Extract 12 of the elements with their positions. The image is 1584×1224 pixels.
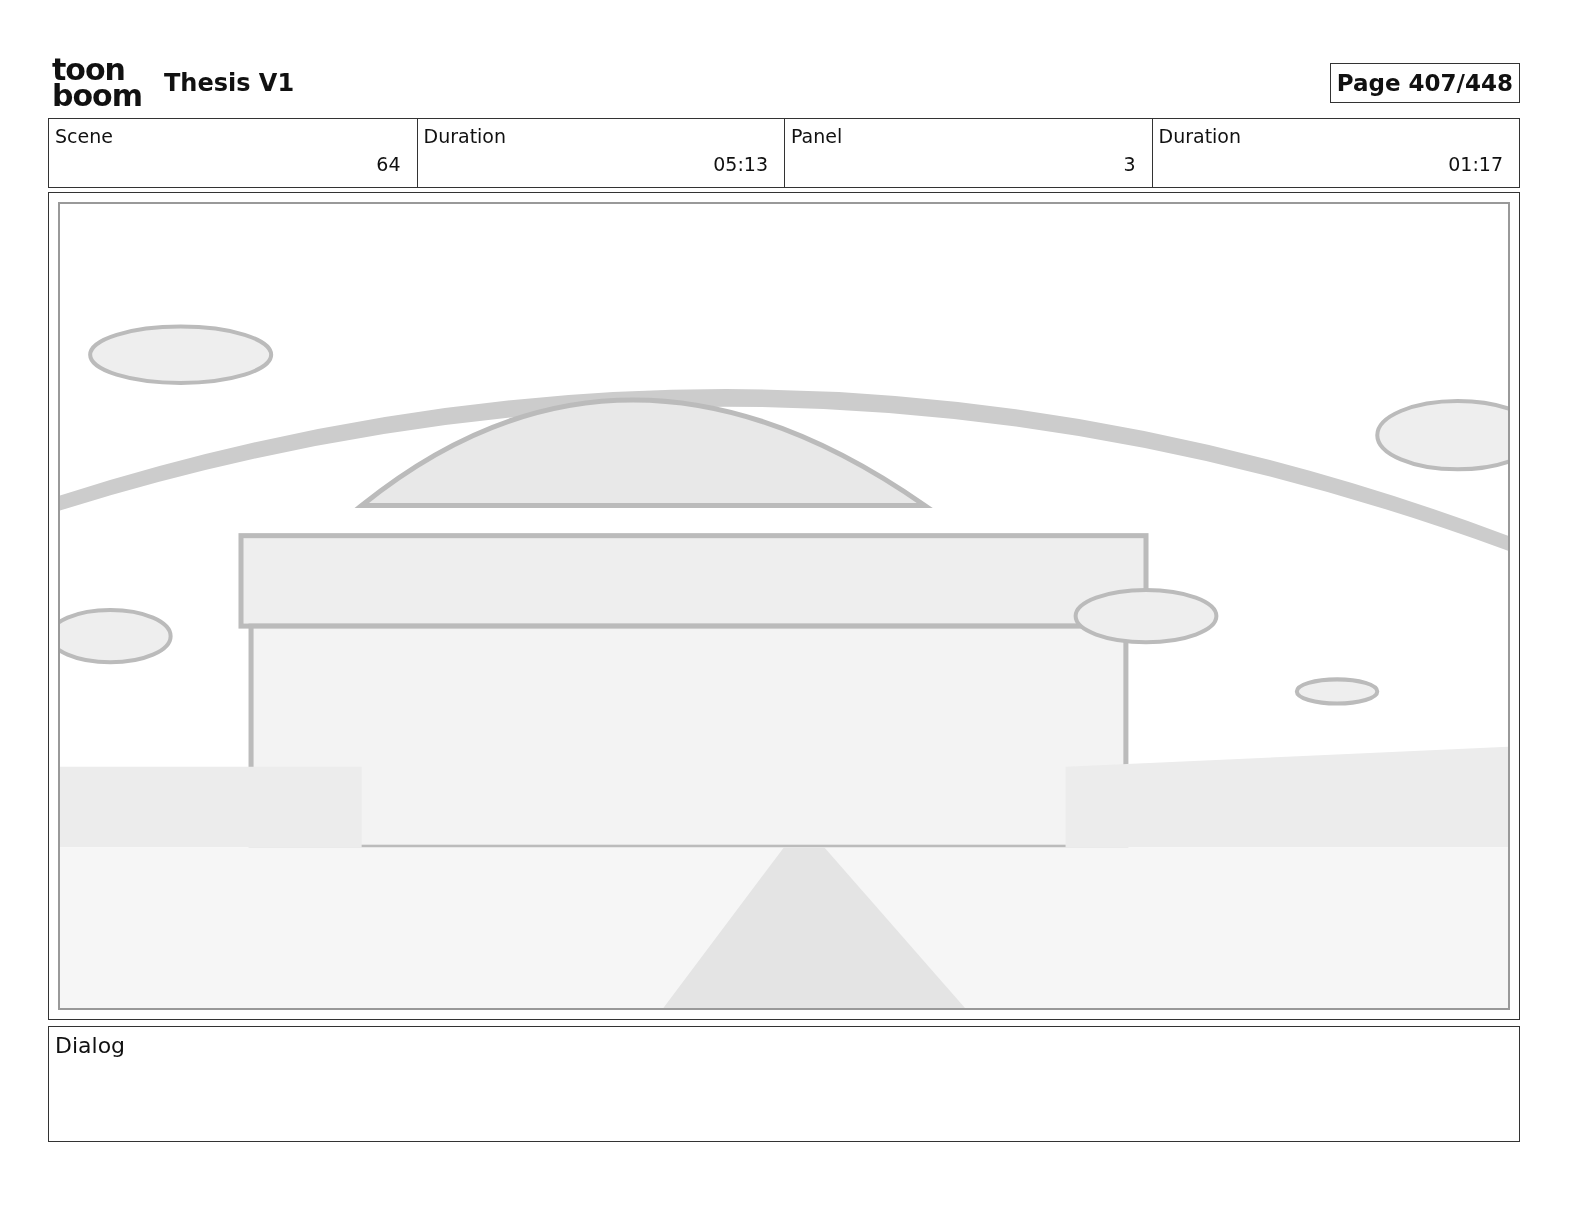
field-label: Panel (791, 125, 844, 147)
field-label: Scene (55, 125, 114, 147)
field-label: Duration (1158, 125, 1243, 147)
logo: toon boom (52, 57, 142, 109)
field-value: 64 (376, 153, 401, 175)
field-value: 3 (1123, 153, 1136, 175)
field-value: 05:13 (713, 153, 768, 175)
field-value: 01:17 (1448, 153, 1503, 175)
dialog-label: Dialog (55, 1033, 126, 1058)
document-title: Thesis V1 (163, 69, 295, 97)
field-label: Duration (423, 125, 508, 147)
page-number: Page 407/448 (1329, 63, 1520, 103)
